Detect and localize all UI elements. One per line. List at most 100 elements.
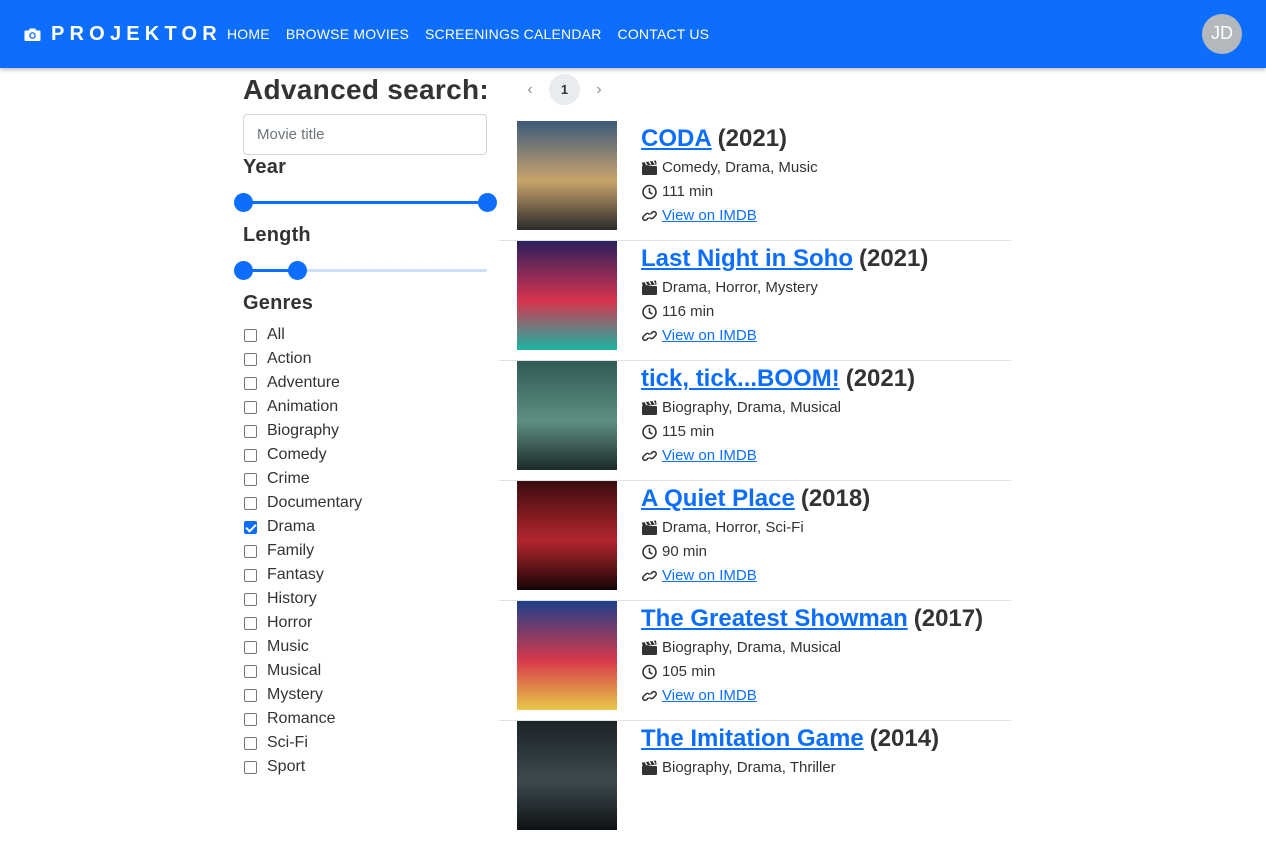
clock-icon — [642, 424, 657, 439]
movie-imdb-line: View on IMDB — [641, 567, 757, 584]
genre-checkbox[interactable] — [244, 760, 257, 774]
genre-checkbox[interactable] — [244, 400, 257, 414]
genre-item[interactable]: Comedy — [243, 443, 327, 467]
pagination: ‹ 1 › — [517, 74, 612, 105]
movie-imdb-line: View on IMDB — [641, 207, 757, 224]
movie-title-link[interactable]: A Quiet Place — [641, 485, 795, 512]
year-max-handle[interactable] — [478, 193, 497, 212]
year-range-slider[interactable] — [234, 192, 497, 212]
genre-checkbox[interactable] — [244, 424, 257, 438]
user-avatar[interactable]: JD — [1202, 14, 1242, 54]
genre-item[interactable]: Horror — [243, 611, 312, 635]
length-min-handle[interactable] — [234, 261, 253, 280]
chevron-right-icon[interactable]: › — [586, 75, 612, 105]
genre-checkbox[interactable] — [244, 592, 257, 606]
genre-label: Action — [267, 350, 312, 367]
genre-item[interactable]: Animation — [243, 395, 338, 419]
movie-poster[interactable] — [517, 481, 617, 590]
genre-checkbox[interactable] — [244, 712, 257, 726]
genre-checkbox[interactable] — [244, 640, 257, 654]
genre-item[interactable]: Documentary — [243, 491, 362, 515]
genre-item[interactable]: Fantasy — [243, 563, 324, 587]
genre-checkbox[interactable] — [244, 736, 257, 750]
movie-genres-line: Biography, Drama, Musical — [641, 399, 841, 416]
genre-item[interactable]: History — [243, 587, 317, 611]
genre-item[interactable]: Biography — [243, 419, 339, 443]
genre-checkbox[interactable] — [244, 496, 257, 510]
clapperboard-icon — [642, 759, 657, 775]
movie-poster[interactable] — [517, 361, 617, 470]
genre-label: Comedy — [267, 446, 327, 463]
genre-label: Musical — [267, 662, 322, 679]
year-min-handle[interactable] — [234, 193, 253, 212]
slider-fill — [243, 201, 487, 204]
movie-length: 111 min — [662, 183, 714, 200]
movie-title-link[interactable]: The Greatest Showman — [641, 605, 908, 632]
page-number-current[interactable]: 1 — [549, 74, 580, 105]
navbar: PROJEKTOR HOME BROWSE MOVIES SCREENINGS … — [0, 0, 1266, 68]
brand-logo[interactable]: PROJEKTOR — [24, 22, 222, 46]
imdb-link[interactable]: View on IMDB — [662, 447, 757, 464]
link-icon — [642, 330, 657, 341]
movie-length: 90 min — [662, 543, 708, 560]
genre-checkbox[interactable] — [244, 544, 257, 558]
genre-item[interactable]: Adventure — [243, 371, 340, 395]
genre-checkbox[interactable] — [244, 376, 257, 390]
imdb-link[interactable]: View on IMDB — [662, 327, 757, 344]
movie-poster[interactable] — [517, 601, 617, 710]
genre-item[interactable]: Crime — [243, 467, 310, 491]
genre-checkbox[interactable] — [244, 688, 257, 702]
genre-label: History — [267, 590, 317, 607]
imdb-link[interactable]: View on IMDB — [662, 567, 757, 584]
genre-checkbox[interactable] — [244, 472, 257, 486]
chevron-left-icon[interactable]: ‹ — [517, 75, 543, 105]
genre-item[interactable]: Musical — [243, 659, 321, 683]
nav-screenings-calendar[interactable]: SCREENINGS CALENDAR — [425, 25, 602, 43]
movie-title-input[interactable] — [243, 114, 487, 155]
movie-genres: Comedy, Drama, Music — [662, 159, 818, 176]
imdb-link[interactable]: View on IMDB — [662, 207, 757, 224]
movie-year: (2021) — [858, 245, 929, 272]
length-max-handle[interactable] — [287, 261, 307, 280]
genre-item[interactable]: Sci-Fi — [243, 731, 308, 755]
movie-title-line: Last Night in Soho (2021) — [641, 243, 928, 275]
genre-item[interactable]: Mystery — [243, 683, 323, 707]
nav-contact-us[interactable]: CONTACT US — [618, 25, 710, 43]
genre-item[interactable]: Family — [243, 539, 314, 563]
genre-item[interactable]: Action — [243, 347, 311, 371]
movie-poster[interactable] — [517, 241, 617, 350]
length-range-slider[interactable] — [234, 260, 487, 280]
genre-item[interactable]: All — [243, 323, 285, 347]
link-icon — [642, 570, 657, 581]
imdb-link[interactable]: View on IMDB — [662, 687, 757, 704]
genre-checkbox[interactable] — [244, 664, 257, 678]
genre-checkbox[interactable] — [244, 448, 257, 462]
movie-poster[interactable] — [517, 121, 617, 230]
clock-icon — [642, 544, 657, 559]
movie-genres: Biography, Drama, Musical — [662, 639, 841, 656]
movie-title-link[interactable]: Last Night in Soho — [641, 245, 853, 272]
movie-title-link[interactable]: CODA — [641, 125, 712, 152]
nav-browse-movies[interactable]: BROWSE MOVIES — [286, 25, 409, 43]
clapperboard-icon — [642, 639, 657, 655]
link-icon — [642, 690, 657, 701]
genre-checkbox[interactable] — [244, 352, 257, 366]
movie-title-line: A Quiet Place (2018) — [641, 483, 870, 515]
genre-checkbox[interactable] — [244, 328, 257, 342]
genre-item[interactable]: Music — [243, 635, 309, 659]
movie-year: (2021) — [717, 125, 788, 152]
movie-genres-line: Biography, Drama, Thriller — [641, 759, 836, 776]
clapperboard-icon — [642, 159, 657, 175]
genre-checkbox[interactable] — [244, 616, 257, 630]
nav-home[interactable]: HOME — [227, 25, 270, 43]
movie-title-line: The Imitation Game (2014) — [641, 723, 939, 755]
genre-item[interactable]: Sport — [243, 755, 305, 779]
movie-poster[interactable] — [517, 721, 617, 830]
genre-checkbox[interactable] — [244, 568, 257, 582]
genre-checkbox[interactable] — [244, 520, 257, 534]
genre-item[interactable]: Romance — [243, 707, 335, 731]
genre-item[interactable]: Drama — [243, 515, 315, 539]
movie-length: 105 min — [662, 663, 716, 680]
movie-title-link[interactable]: The Imitation Game — [641, 725, 864, 752]
movie-title-link[interactable]: tick, tick...BOOM! — [641, 365, 840, 392]
